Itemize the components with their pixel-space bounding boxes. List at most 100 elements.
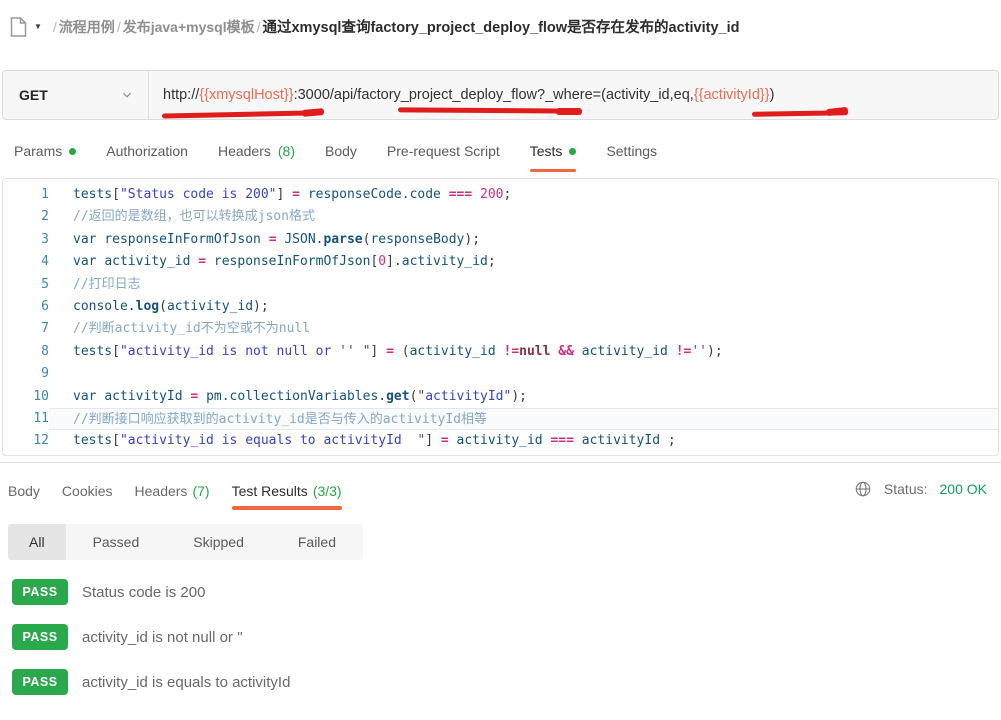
code-text: //判断activity_id不为空或不为null xyxy=(49,318,998,340)
code-text: console.log(activity_id); xyxy=(49,296,998,318)
filter-passed[interactable]: Passed xyxy=(66,524,167,560)
code-text: //返回的是数组，也可以转换成json格式 xyxy=(49,206,998,228)
test-result-row: PASS activity_id is equals to activityId xyxy=(12,669,290,695)
annotation-underline xyxy=(556,108,582,115)
tab-label: Body xyxy=(325,143,357,159)
code-line[interactable]: 9 xyxy=(3,363,998,385)
tab-label: Test Results xyxy=(232,483,308,499)
code-line[interactable]: 3var responseInFormOfJson = JSON.parse(r… xyxy=(3,229,998,251)
chevron-down-icon xyxy=(120,88,134,102)
code-line[interactable]: 1tests["Status code is 200"] = responseC… xyxy=(3,184,998,206)
breadcrumb-item[interactable]: 流程用例 xyxy=(59,19,115,35)
method-label: GET xyxy=(19,87,48,103)
tab-label: Cookies xyxy=(62,483,113,499)
breadcrumb-item[interactable]: 发布java+mysql模板 xyxy=(123,19,255,35)
section-divider xyxy=(0,462,1001,463)
breadcrumb-separator: / xyxy=(53,19,57,35)
code-text: var activityId = pm.collectionVariables.… xyxy=(49,386,998,408)
tab-label: Body xyxy=(8,483,40,499)
request-file-icon xyxy=(10,17,27,37)
test-result-text: activity_id is not null or '' xyxy=(82,629,243,646)
url-segment: ) xyxy=(770,87,775,103)
code-text: var responseInFormOfJson = JSON.parse(re… xyxy=(49,229,998,251)
line-number: 3 xyxy=(3,229,49,251)
response-header: Body Cookies Headers(7) Test Results (3/3) S… xyxy=(0,472,1001,510)
test-result-row: PASSStatus code is 200 xyxy=(12,579,290,605)
code-line[interactable]: 8tests["activity_id is not null or '' "]… xyxy=(3,341,998,363)
code-text xyxy=(49,363,998,385)
tab-label: Authorization xyxy=(106,143,188,159)
method-dropdown[interactable]: GET xyxy=(3,71,149,119)
breadcrumb-dropdown-icon[interactable]: ▼ xyxy=(34,22,42,31)
code-line[interactable]: 6console.log(activity_id); xyxy=(3,296,998,318)
tab-count: (3/3) xyxy=(313,483,342,499)
response-tab-test-results[interactable]: Test Results (3/3) xyxy=(232,472,342,510)
response-tab-cookies[interactable]: Cookies xyxy=(62,472,113,510)
code-text: var activity_id = responseInFormOfJson[0… xyxy=(49,251,998,273)
code-line[interactable]: 7//判断activity_id不为空或不为null xyxy=(3,318,998,340)
test-results-list: PASSStatus code is 200PASSactivity_id is… xyxy=(12,579,290,695)
request-tab-tests[interactable]: Tests xyxy=(530,130,577,172)
result-filter-bar: AllPassedSkippedFailed xyxy=(8,524,363,560)
breadcrumb-current: 通过xmysql查询factory_project_deploy_flow是否存… xyxy=(262,20,739,36)
line-number: 6 xyxy=(3,296,49,318)
filter-all[interactable]: All xyxy=(8,524,66,560)
tab-label: Params xyxy=(14,143,62,159)
breadcrumb-items: /流程用例/发布java+mysql模板/通过xmysql查询factory_p… xyxy=(51,16,740,37)
url-variable: {{xmysqlHost}} xyxy=(199,87,293,103)
line-number: 9 xyxy=(3,363,49,385)
tab-label: Settings xyxy=(606,143,657,159)
status-dot xyxy=(569,148,576,155)
tab-label: Headers xyxy=(135,483,188,499)
response-tab-body[interactable]: Body xyxy=(8,472,40,510)
line-number: 11 xyxy=(3,408,49,430)
request-tab-headers[interactable]: Headers (8) xyxy=(218,130,295,172)
line-number: 1 xyxy=(3,184,49,206)
breadcrumb-separator: / xyxy=(257,19,261,35)
tests-code-editor[interactable]: 1tests["Status code is 200"] = responseC… xyxy=(2,178,999,456)
request-tab-authorization[interactable]: Authorization xyxy=(106,130,188,172)
code-line[interactable]: 11//判断接口响应获取到的activity_id是否与传入的activityI… xyxy=(3,408,998,430)
pass-badge: PASS xyxy=(12,669,68,695)
tab-label: Pre-request Script xyxy=(387,143,500,159)
filter-skipped[interactable]: Skipped xyxy=(166,524,271,560)
code-line[interactable]: 12tests["activity_id is equals to activi… xyxy=(3,430,998,452)
status-dot xyxy=(69,148,76,155)
request-tab-body[interactable]: Body xyxy=(325,130,357,172)
tab-count: (8) xyxy=(278,143,295,159)
test-result-text: activity_id is equals to activityId xyxy=(82,674,290,691)
breadcrumb-separator: / xyxy=(117,19,121,35)
filter-failed[interactable]: Failed xyxy=(271,524,363,560)
code-line[interactable]: 10var activityId = pm.collectionVariable… xyxy=(3,386,998,408)
pass-badge: PASS xyxy=(12,624,68,650)
code-text: //打印日志 xyxy=(49,274,998,296)
code-line[interactable]: 2//返回的是数组，也可以转换成json格式 xyxy=(3,206,998,228)
tab-label: Tests xyxy=(530,143,563,159)
code-line[interactable]: 4var activity_id = responseInFormOfJson[… xyxy=(3,251,998,273)
request-tab-bar: Params Authorization Headers (8) Body Pre-req… xyxy=(0,130,1001,172)
line-number: 7 xyxy=(3,318,49,340)
line-number: 10 xyxy=(3,386,49,408)
url-segment: :3000/api/factory_project_deploy_flow?_w… xyxy=(294,87,694,103)
request-tab-pre-request-script[interactable]: Pre-request Script xyxy=(387,130,500,172)
tab-label: Headers xyxy=(218,143,271,159)
response-tab-bar: Body Cookies Headers(7) Test Results (3/3) xyxy=(8,472,342,510)
url-segment: http:// xyxy=(163,87,199,103)
code-text: tests["activity_id is equals to activity… xyxy=(49,430,998,452)
code-line[interactable]: 5//打印日志 xyxy=(3,274,998,296)
request-tab-settings[interactable]: Settings xyxy=(606,130,657,172)
request-tab-params[interactable]: Params xyxy=(14,130,76,172)
line-number: 12 xyxy=(3,430,49,452)
line-number: 4 xyxy=(3,251,49,273)
status-label: Status: xyxy=(884,481,928,497)
test-result-text: Status code is 200 xyxy=(82,584,205,601)
breadcrumb: ▼ /流程用例/发布java+mysql模板/通过xmysql查询factory… xyxy=(10,16,739,37)
code-text: tests["Status code is 200"] = responseCo… xyxy=(49,184,998,206)
tab-count: (7) xyxy=(192,483,209,499)
line-number: 2 xyxy=(3,206,49,228)
line-number: 8 xyxy=(3,341,49,363)
code-text: tests["activity_id is not null or '' "] … xyxy=(49,341,998,363)
line-number: 5 xyxy=(3,274,49,296)
response-tab-headers[interactable]: Headers(7) xyxy=(135,472,210,510)
globe-icon xyxy=(854,480,872,498)
